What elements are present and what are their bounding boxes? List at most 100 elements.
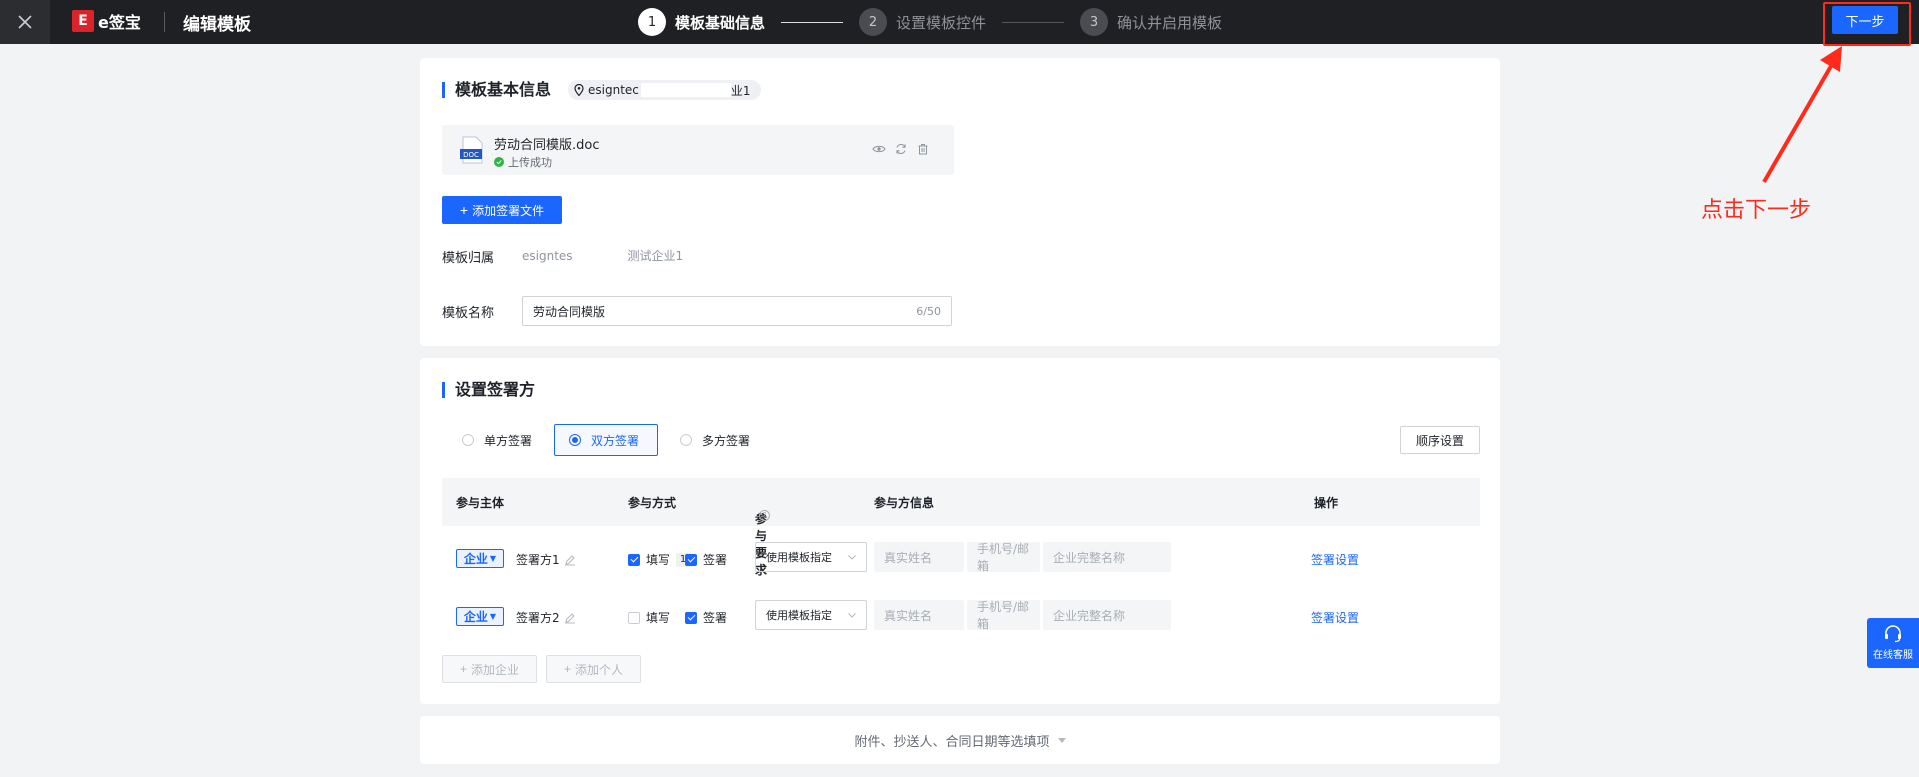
contact-input[interactable]: 手机号/邮箱 — [967, 542, 1040, 573]
fill-checkbox[interactable]: 填写 — [628, 609, 670, 626]
mode-double-label: 双方签署 — [591, 433, 640, 448]
uploaded-file-row: DOC 劳动合同模版.doc 上传成功 — [442, 125, 954, 175]
col-info: 参与方信息 — [874, 496, 935, 510]
order-settings-button[interactable]: 顺序设置 — [1400, 426, 1480, 454]
upload-status: 上传成功 — [494, 154, 552, 170]
brand-name: e签宝 — [98, 13, 141, 32]
step-2-label: 设置模板控件 — [896, 13, 987, 32]
step-2-number: 2 — [859, 8, 888, 36]
headset-icon — [1885, 625, 1901, 643]
requirement-select[interactable]: 使用模板指定 — [755, 542, 867, 572]
table-row: 企业 ▼ 签署方2 填写 签署 使用模板指定 真实姓名 手机号/邮箱 企业完整名… — [442, 594, 1480, 638]
replace-refresh-icon[interactable] — [894, 142, 908, 156]
online-service-label: 在线客服 — [1873, 650, 1913, 661]
radio-checked-icon — [569, 434, 582, 446]
delete-trash-icon[interactable] — [916, 142, 930, 156]
mode-double[interactable]: 双方签署 — [554, 424, 659, 456]
mode-single[interactable]: 单方签署 — [450, 424, 544, 456]
real-name-placeholder: 真实姓名 — [884, 550, 933, 565]
template-name-input[interactable]: 劳动合同模版 6/50 — [522, 296, 952, 326]
sign-settings-link[interactable]: 签署设置 — [1311, 609, 1359, 626]
checkbox-checked-icon — [628, 553, 640, 566]
logo-mark: E — [72, 10, 94, 32]
plus-icon: + — [459, 202, 469, 218]
file-actions — [872, 142, 930, 156]
real-name-input[interactable]: 真实姓名 — [874, 600, 964, 630]
checkbox-checked-icon — [685, 611, 697, 624]
edit-pencil-icon[interactable] — [564, 554, 576, 566]
contact-input[interactable]: 手机号/邮箱 — [967, 600, 1040, 631]
caret-down-icon — [1057, 737, 1066, 743]
step-1-label: 模板基础信息 — [675, 13, 766, 32]
fill-label: 填写 — [646, 611, 671, 625]
online-service-button[interactable]: 在线客服 — [1867, 618, 1919, 668]
col-action: 操作 — [1314, 496, 1339, 510]
chevron-down-icon — [848, 612, 856, 618]
signer-table-header: 参与主体 参与方式 参与要求? 参与方信息 操作 — [442, 478, 1480, 577]
sign-label: 签署 — [703, 553, 728, 567]
redaction-mask — [572, 247, 628, 264]
checkbox-unchecked-icon — [628, 611, 640, 624]
sign-checkbox[interactable]: 签署 — [685, 551, 727, 568]
party-type-select[interactable]: 企业 ▼ — [456, 607, 504, 626]
party-type-select[interactable]: 企业 ▼ — [456, 549, 504, 568]
fill-checkbox[interactable]: 填写 1 — [628, 551, 691, 568]
contact-placeholder: 手机号/邮箱 — [977, 542, 1030, 573]
signer-name: 签署方2 — [516, 609, 576, 626]
doc-icon-label: DOC — [463, 151, 479, 159]
mode-multi-label: 多方签署 — [702, 433, 751, 448]
sign-settings-link[interactable]: 签署设置 — [1311, 551, 1359, 568]
owner-label: 模板归属 — [442, 251, 495, 266]
basic-info-card: 模板基本信息 esigntec 业1 DOC 劳动合同模版.doc 上传成功 +… — [420, 58, 1500, 346]
chevron-down-icon — [848, 554, 856, 560]
add-sign-file-label: 添加签署文件 — [472, 203, 545, 218]
step-2: 2 设置模板控件 — [859, 8, 986, 36]
plus-icon: + — [563, 662, 571, 676]
col-party: 参与主体 — [456, 496, 505, 510]
step-connector — [1002, 21, 1065, 23]
preview-eye-icon[interactable] — [872, 142, 886, 156]
step-1: 1 模板基础信息 — [638, 8, 765, 36]
annotation-arrow-icon — [1762, 46, 1842, 184]
real-name-input[interactable]: 真实姓名 — [874, 542, 964, 572]
close-button[interactable] — [0, 0, 50, 44]
template-name-value: 劳动合同模版 — [533, 304, 606, 319]
step-3-number: 3 — [1080, 8, 1109, 36]
sign-mode-group: 单方签署 双方签署 多方签署 — [450, 424, 772, 456]
step-connector — [781, 21, 844, 23]
optional-fields-toggle[interactable]: 附件、抄送人、合同日期等选填项 — [420, 716, 1500, 764]
divider — [164, 12, 165, 32]
contact-placeholder: 手机号/邮箱 — [977, 600, 1030, 631]
step-indicator: 1 模板基础信息 2 设置模板控件 3 确认并启用模板 — [638, 7, 1222, 37]
table-row: 企业 ▼ 签署方1 填写 1 签署 使用模板指定 真实姓名 手机号/邮箱 企业完… — [442, 536, 1480, 580]
add-person-button[interactable]: + 添加个人 — [546, 655, 641, 683]
edit-pencil-icon[interactable] — [564, 612, 576, 624]
requirement-value: 使用模板指定 — [766, 609, 832, 622]
fill-label: 填写 — [646, 553, 671, 567]
company-name-input[interactable]: 企业完整名称 — [1043, 542, 1171, 572]
section-title-basic-info: 模板基本信息 — [442, 82, 551, 98]
upload-status-text: 上传成功 — [508, 156, 552, 169]
org-tag: esigntec 业1 — [568, 80, 761, 100]
company-name-placeholder: 企业完整名称 — [1053, 550, 1126, 565]
help-icon[interactable]: ? — [759, 510, 770, 521]
mode-multi[interactable]: 多方签署 — [668, 424, 762, 456]
company-name-placeholder: 企业完整名称 — [1053, 608, 1126, 623]
step-3: 3 确认并启用模板 — [1080, 8, 1222, 36]
file-name: 劳动合同模版.doc — [494, 138, 600, 153]
section-title-signers: 设置签署方 — [442, 382, 535, 398]
add-sign-file-button[interactable]: + 添加签署文件 — [442, 196, 562, 224]
top-bar: E e签宝 编辑模板 1 模板基础信息 2 设置模板控件 3 确认并启用模板 下… — [0, 0, 1919, 44]
step-1-number: 1 — [638, 8, 666, 36]
add-company-button[interactable]: + 添加企业 — [442, 655, 537, 683]
close-icon — [18, 15, 32, 29]
redaction-mask — [640, 83, 731, 97]
company-name-input[interactable]: 企业完整名称 — [1043, 600, 1171, 630]
sign-checkbox[interactable]: 签署 — [685, 609, 727, 626]
template-name-label: 模板名称 — [442, 306, 495, 321]
step-3-label: 确认并启用模板 — [1117, 13, 1223, 32]
org-tag-suffix: 业1 — [730, 83, 751, 98]
location-pin-icon — [574, 84, 584, 96]
requirement-select[interactable]: 使用模板指定 — [755, 600, 867, 630]
check-circle-icon — [494, 157, 504, 167]
